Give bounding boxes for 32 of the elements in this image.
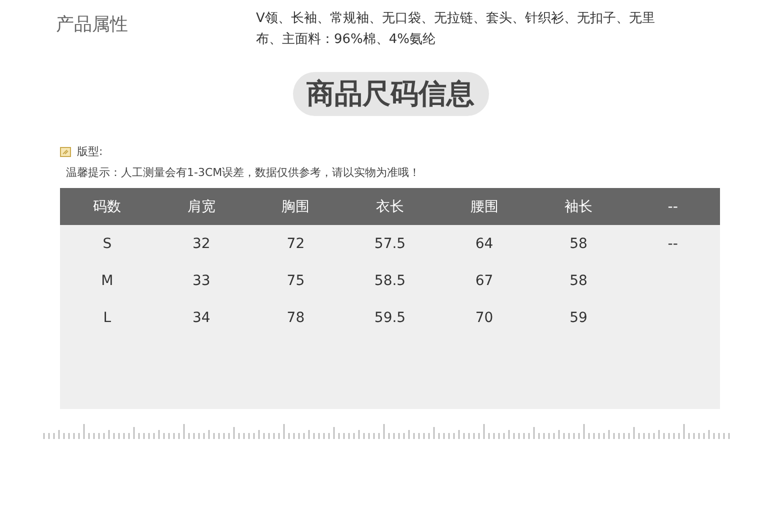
table-cell-text: 58: [568, 236, 588, 252]
note-icon: [60, 146, 71, 156]
table-cell-text: 57.5: [373, 236, 407, 252]
table-cell-text: 67: [474, 272, 494, 288]
table-cell-text: 75: [286, 272, 306, 288]
table-cell-text: --: [666, 236, 679, 252]
column-header: 肩宽: [186, 198, 216, 216]
column-header: --: [666, 198, 679, 214]
fit-label: 版型:: [77, 144, 103, 159]
table-cell-text: 33: [192, 272, 212, 288]
section-title: 商品尺码信息: [292, 72, 488, 116]
column-header: 胸围: [280, 198, 311, 216]
table-cell-text: 70: [474, 310, 494, 326]
table-cell-text: 59: [568, 310, 588, 326]
column-header: 袖长: [564, 198, 594, 216]
table-cell-text: 58.5: [373, 272, 407, 288]
table-cell-text: 34: [192, 310, 212, 326]
table-cell-text: 58: [568, 272, 588, 288]
column-header: 码数: [92, 198, 122, 216]
table-cell-text: 32: [192, 236, 212, 252]
table-cell-text: 59.5: [373, 310, 407, 326]
table-cell-text: 64: [474, 236, 494, 252]
notice-text: 温馨提示：人工测量会有1-3CM误差，数据仅供参考，请以实物为准哦！: [66, 165, 422, 180]
column-header: 腰围: [469, 198, 500, 216]
table-cell-text: 78: [286, 310, 306, 326]
table-cell-text: 72: [286, 236, 306, 252]
column-header: 衣长: [374, 198, 405, 216]
table-cell-text: M: [100, 272, 114, 288]
table-cell-text: S: [102, 236, 113, 252]
attribute-value: V领、长袖、常规袖、无口袋、无拉链、套头、针织衫、无扣子、无里布、主面料：96%棉、4%氨纶: [256, 10, 656, 49]
attribute-label: 产品属性: [56, 13, 129, 37]
table-cell-text: L: [102, 310, 112, 326]
